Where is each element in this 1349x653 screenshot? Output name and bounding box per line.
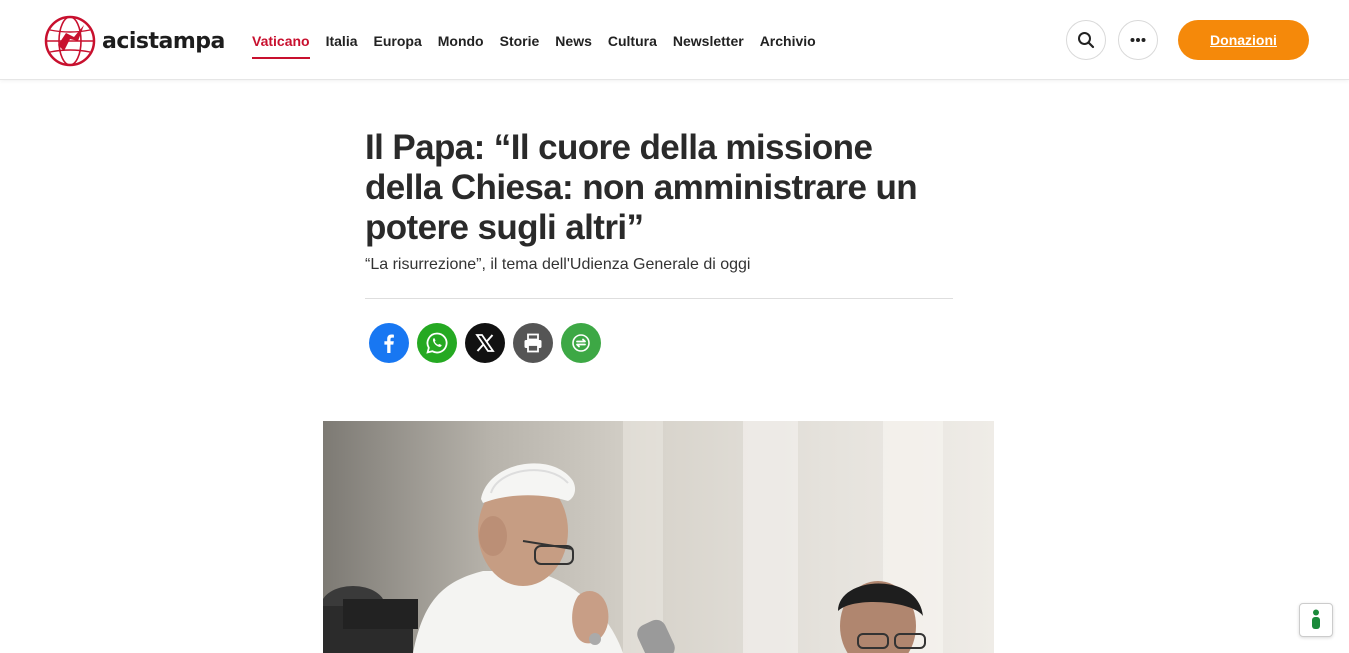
more-horizontal-icon: [1130, 38, 1146, 42]
nav-item-storie[interactable]: Storie: [500, 21, 540, 59]
nav-item-europa[interactable]: Europa: [374, 21, 422, 59]
donate-button[interactable]: Donazioni: [1178, 20, 1309, 60]
nav-item-news[interactable]: News: [555, 21, 592, 59]
accessibility-icon: [1312, 609, 1320, 629]
print-icon: [524, 333, 542, 353]
article-headline: Il Papa: “Il cuore della missione della …: [365, 128, 918, 247]
article: Il Papa: “Il cuore della missione della …: [365, 128, 953, 363]
logo-text: acistampa: [102, 28, 225, 54]
share-x-button[interactable]: [465, 323, 505, 363]
print-button[interactable]: [513, 323, 553, 363]
facebook-icon: [384, 334, 394, 353]
nav-item-mondo[interactable]: Mondo: [438, 21, 484, 59]
search-icon: [1078, 32, 1095, 49]
photo-illustration: [323, 421, 943, 653]
globe-logo-icon: [44, 15, 96, 67]
article-photo: [323, 421, 994, 653]
article-subtitle: “La risurrezione”, il tema dell'Udienza …: [365, 256, 751, 273]
accessibility-widget-button[interactable]: [1299, 603, 1333, 637]
main-nav: Vaticano Italia Europa Mondo Storie News…: [252, 0, 832, 80]
share-whatsapp-button[interactable]: [417, 323, 457, 363]
nav-item-cultura[interactable]: Cultura: [608, 21, 657, 59]
divider: [365, 298, 953, 299]
whatsapp-icon: [426, 332, 448, 354]
site-logo[interactable]: acistampa: [44, 15, 225, 67]
x-icon: [475, 334, 495, 352]
more-share-icon: [572, 334, 590, 352]
nav-item-archivio[interactable]: Archivio: [760, 21, 816, 59]
more-menu-button[interactable]: [1118, 20, 1158, 60]
share-bar: [369, 323, 953, 363]
site-header: acistampa Vaticano Italia Europa Mondo S…: [0, 0, 1349, 80]
nav-item-vaticano[interactable]: Vaticano: [252, 21, 310, 59]
search-button[interactable]: [1066, 20, 1106, 60]
nav-item-newsletter[interactable]: Newsletter: [673, 21, 744, 59]
share-facebook-button[interactable]: [369, 323, 409, 363]
more-share-button[interactable]: [561, 323, 601, 363]
nav-item-italia[interactable]: Italia: [326, 21, 358, 59]
